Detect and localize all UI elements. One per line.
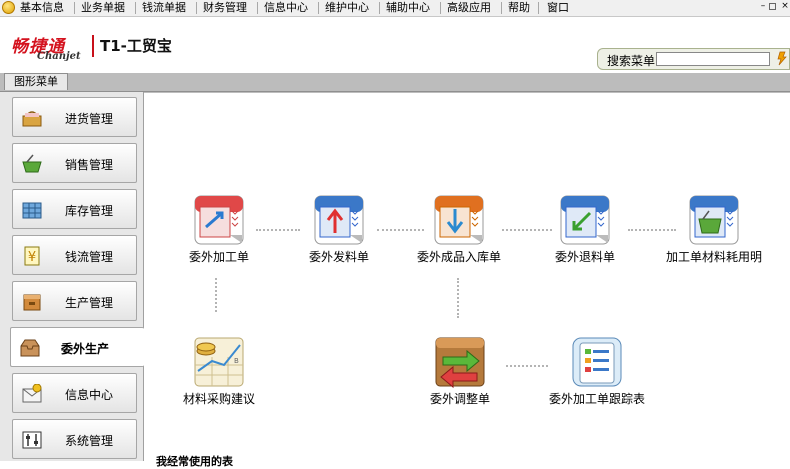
menu-basic-info[interactable]: 基本信息 (20, 1, 64, 15)
menu-help[interactable]: 帮助 (508, 1, 530, 15)
money-icon: ¥ (24, 246, 40, 266)
node-return-material[interactable]: 委外退料单 (525, 193, 645, 265)
menu-info-center[interactable]: 信息中心 (264, 1, 308, 15)
node-label: 委外调整单 (429, 392, 490, 406)
app-icon[interactable] (2, 1, 15, 14)
settings-icon (22, 431, 42, 449)
sidebar-item-label: 销售管理 (65, 158, 114, 172)
close-icon[interactable]: × (780, 1, 790, 12)
tracking-report-icon (572, 337, 622, 387)
sidebar-item-label: 信息中心 (65, 388, 114, 402)
menu-separator (501, 2, 502, 14)
material-consumption-icon (689, 195, 739, 245)
return-material-icon (560, 195, 610, 245)
sidebar-item-info-center[interactable]: 信息中心 (12, 373, 137, 413)
product-name: T1-工贸宝 (100, 37, 172, 55)
flow-connector (457, 278, 459, 318)
node-tracking-report[interactable]: 委外加工单跟踪表 (537, 335, 657, 407)
node-label: 加工单材料耗用明 (665, 250, 762, 264)
sidebar-item-sales[interactable]: 销售管理 (12, 143, 137, 183)
sidebar-item-inventory[interactable]: 库存管理 (12, 189, 137, 229)
menu-separator (538, 2, 539, 14)
sidebar-item-label: 委外生产 (61, 342, 110, 356)
node-label: 委外加工单跟踪表 (548, 392, 645, 406)
node-material-consumption[interactable]: 加工单材料耗用明 (654, 193, 774, 265)
factory-icon (23, 294, 41, 311)
node-outsource-order[interactable]: 委外加工单 (159, 193, 279, 265)
sidebar-item-label: 进货管理 (65, 112, 114, 126)
menu-separator (74, 2, 75, 14)
svg-text:B: B (234, 357, 239, 365)
sidebar-item-label: 钱流管理 (65, 250, 114, 264)
tab-strip: 图形菜单 (0, 73, 790, 92)
outsource-order-icon (194, 195, 244, 245)
product-inbound-icon (434, 195, 484, 245)
menu-advanced[interactable]: 高级应用 (447, 1, 491, 15)
menu-finance[interactable]: 财务管理 (203, 1, 247, 15)
node-issue-material[interactable]: 委外发料单 (279, 193, 399, 265)
node-label: 委外加工单 (188, 250, 249, 264)
menu-maintenance[interactable]: 维护中心 (325, 1, 369, 15)
logo-divider (92, 35, 94, 57)
sidebar-item-production[interactable]: 生产管理 (12, 281, 137, 321)
flow-connector (215, 278, 217, 312)
menu-bar: 基本信息 业务单据 钱流单据 财务管理 信息中心 维护中心 辅助中心 高级应用 … (0, 0, 790, 17)
sidebar-item-purchase[interactable]: 进货管理 (12, 97, 137, 137)
search-go-icon[interactable] (776, 51, 788, 66)
sidebar-item-cashflow[interactable]: ¥ 钱流管理 (12, 235, 137, 275)
menu-cash-docs[interactable]: 钱流单据 (142, 1, 186, 15)
menu-separator (196, 2, 197, 14)
warehouse-icon (22, 202, 42, 219)
sidebar-item-system[interactable]: 系统管理 (12, 419, 137, 459)
search-label: 搜索菜单 (607, 54, 656, 68)
node-label: 委外发料单 (308, 250, 369, 264)
brand-logo-en: Chanjet (37, 51, 81, 62)
issue-material-icon (314, 195, 364, 245)
menu-separator (318, 2, 319, 14)
frequent-reports-title: 我经常使用的表 (156, 455, 233, 468)
node-product-inbound[interactable]: 委外成品入库单 (399, 193, 519, 265)
node-adjustment[interactable]: 委外调整单 (400, 335, 520, 407)
minimize-icon[interactable]: – (758, 1, 768, 12)
search-menu-box: 搜索菜单 (597, 48, 790, 70)
node-label: 委外成品入库单 (416, 250, 501, 264)
basket-icon (22, 111, 42, 127)
restore-icon[interactable] (769, 3, 776, 10)
svg-text:¥: ¥ (28, 250, 36, 265)
tab-graphic-menu[interactable]: 图形菜单 (4, 73, 68, 90)
purchase-suggestion-icon: B (194, 337, 244, 387)
sidebar-item-label: 库存管理 (65, 204, 114, 218)
search-input[interactable] (656, 52, 770, 66)
menu-separator (379, 2, 380, 14)
inbox-icon (20, 339, 40, 357)
menu-business-docs[interactable]: 业务单据 (81, 1, 125, 15)
node-label: 委外退料单 (554, 250, 615, 264)
adjustment-icon (435, 337, 485, 389)
menu-separator (135, 2, 136, 14)
sidebar: 进货管理 销售管理 库存管理 ¥ 钱流管理 生产管理 委外生产 信息中心 系统管… (0, 92, 144, 461)
green-basket-icon (22, 154, 42, 173)
sidebar-item-label: 生产管理 (65, 296, 114, 310)
menu-auxiliary[interactable]: 辅助中心 (386, 1, 430, 15)
sidebar-item-label: 系统管理 (65, 434, 114, 448)
menu-separator (257, 2, 258, 14)
menu-window[interactable]: 窗口 (547, 1, 569, 15)
graphic-menu-canvas: 委外加工单 委外发料单 委外成品入库单 委外退料单 加工单材料耗用明 B 材料采… (144, 92, 790, 468)
node-purchase-suggestion[interactable]: B 材料采购建议 (159, 335, 279, 407)
menu-separator (440, 2, 441, 14)
sidebar-item-outsourcing[interactable]: 委外生产 (10, 327, 144, 367)
mail-icon (22, 384, 42, 403)
node-label: 材料采购建议 (182, 392, 255, 406)
